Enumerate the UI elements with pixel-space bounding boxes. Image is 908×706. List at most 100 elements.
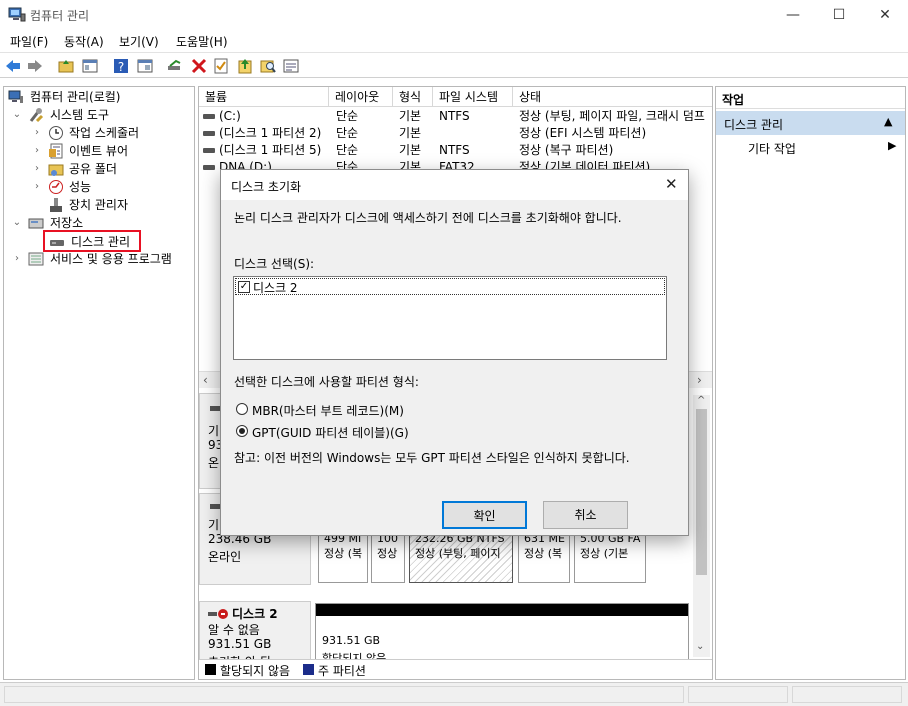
tree-label-root: 컴퓨터 관리(로컬) bbox=[30, 90, 121, 104]
maximize-button[interactable]: ☐ bbox=[816, 0, 862, 30]
tree-item-performance[interactable]: › 성능 bbox=[4, 178, 194, 196]
list-item[interactable]: ✓ 디스크 2 bbox=[235, 278, 665, 295]
disk-icon bbox=[50, 240, 64, 246]
chevron-down-icon[interactable]: ⌄ bbox=[12, 214, 22, 232]
mbr-label: MBR(마스터 부트 레코드)(M) bbox=[252, 404, 404, 418]
gpt-option[interactable]: GPT(GUID 파티션 테이블)(G) bbox=[236, 424, 536, 440]
volume-layout: 단순 bbox=[336, 109, 359, 123]
delete-icon[interactable] bbox=[190, 57, 208, 75]
checklist-icon[interactable] bbox=[212, 57, 230, 75]
chevron-right-icon[interactable]: › bbox=[32, 178, 42, 196]
volume-type: 기본 bbox=[399, 143, 422, 157]
up-folder-icon[interactable] bbox=[57, 57, 75, 75]
tree-item-task-scheduler[interactable]: › 작업 스케줄러 bbox=[4, 124, 194, 142]
volume-type: 기본 bbox=[399, 109, 422, 123]
chevron-right-icon[interactable]: › bbox=[32, 142, 42, 160]
tree-item-event-viewer[interactable]: › 이벤트 뷰어 bbox=[4, 142, 194, 160]
column-type[interactable]: 형식 bbox=[393, 87, 433, 107]
minimize-button[interactable]: — bbox=[770, 0, 816, 30]
scroll-up-icon[interactable]: ^ bbox=[697, 395, 705, 406]
disk2-type: 알 수 없음 bbox=[208, 623, 260, 637]
table-row[interactable]: (디스크 1 파티션 5) 단순 기본 NTFS 정상 (복구 파티션) bbox=[199, 142, 712, 159]
actions-section-label: 디스크 관리 bbox=[724, 118, 784, 132]
menu-help[interactable]: 도움말(H) bbox=[176, 33, 228, 50]
tree-item-root[interactable]: 컴퓨터 관리(로컬) bbox=[4, 88, 194, 106]
chevron-down-icon[interactable]: ⌄ bbox=[12, 106, 22, 124]
back-icon[interactable] bbox=[4, 57, 22, 75]
column-status[interactable]: 상태 bbox=[513, 87, 712, 107]
tree-item-disk-management[interactable]: 디스크 관리 bbox=[43, 230, 141, 252]
volume-icon bbox=[203, 114, 215, 119]
services-icon bbox=[28, 252, 44, 266]
table-row[interactable]: (디스크 1 파티션 2) 단순 기본 정상 (EFI 시스템 파티션) bbox=[199, 125, 712, 142]
console-view-icon[interactable] bbox=[136, 57, 154, 75]
status-panel-1 bbox=[4, 686, 684, 703]
ok-button[interactable]: 확인 bbox=[442, 501, 527, 529]
mbr-option[interactable]: MBR(마스터 부트 레코드)(M) bbox=[236, 402, 536, 418]
close-button[interactable]: ✕ bbox=[862, 0, 908, 30]
collapse-up-icon[interactable]: ▲ bbox=[884, 115, 892, 128]
find-icon[interactable] bbox=[259, 57, 277, 75]
connect-icon[interactable] bbox=[166, 57, 184, 75]
status-bar bbox=[0, 682, 908, 706]
action-more[interactable]: 기타 작업 ▶ bbox=[716, 137, 905, 157]
table-row[interactable]: (C:) 단순 기본 NTFS 정상 (부팅, 페이지 파일, 크래시 덤프 bbox=[199, 108, 712, 125]
disk2-info[interactable]: 디스크 2 알 수 없음 931.51 GB 초기화 안 됨 bbox=[199, 601, 311, 667]
export-icon[interactable] bbox=[236, 57, 254, 75]
scroll-left-icon[interactable]: ‹ bbox=[203, 373, 208, 387]
properties-icon[interactable] bbox=[282, 57, 300, 75]
tree-label-event-viewer: 이벤트 뷰어 bbox=[69, 144, 129, 158]
disk1-type-prefix: 기 bbox=[208, 518, 220, 532]
dialog-close-button[interactable]: ✕ bbox=[665, 175, 678, 193]
event-log-icon bbox=[49, 143, 63, 159]
tree-item-system-tools[interactable]: ⌄ 시스템 도구 bbox=[4, 106, 194, 124]
partition-status: 정상 (부팅, 페이지 bbox=[415, 547, 501, 560]
disk-warning-icon bbox=[208, 609, 228, 619]
tree-item-device-manager[interactable]: 장치 관리자 bbox=[4, 196, 194, 214]
status-panel-2 bbox=[688, 686, 788, 703]
volume-fs: NTFS bbox=[439, 109, 470, 123]
title-bar: 컴퓨터 관리 — ☐ ✕ bbox=[0, 0, 908, 30]
tree-label-shared-folders: 공유 폴더 bbox=[69, 162, 117, 176]
partition-status: 정상 (복 bbox=[524, 547, 563, 560]
actions-section-disk-management[interactable]: 디스크 관리 ▲ bbox=[716, 111, 905, 135]
disk-list[interactable]: ✓ 디스크 2 bbox=[233, 276, 667, 360]
tools-icon bbox=[29, 108, 44, 123]
legend-primary-swatch bbox=[303, 664, 314, 675]
tree-item-services[interactable]: › 서비스 및 응용 프로그램 bbox=[4, 250, 194, 268]
device-manager-icon bbox=[50, 198, 62, 212]
volume-status: 정상 (복구 파티션) bbox=[519, 143, 614, 157]
scroll-down-icon[interactable]: ⌄ bbox=[696, 641, 704, 652]
column-volume[interactable]: 볼륨 bbox=[199, 87, 329, 107]
storage-icon bbox=[28, 218, 44, 229]
cancel-button[interactable]: 취소 bbox=[543, 501, 628, 529]
scroll-thumb[interactable] bbox=[696, 409, 707, 575]
menu-action[interactable]: 동작(A) bbox=[64, 33, 104, 50]
initialize-disk-dialog: 디스크 초기화 ✕ 논리 디스크 관리자가 디스크에 액세스하기 전에 디스크를… bbox=[220, 169, 689, 536]
show-hide-tree-icon[interactable] bbox=[81, 57, 99, 75]
disk-map-vscrollbar[interactable]: ^ ⌄ bbox=[693, 395, 710, 657]
chevron-right-icon[interactable]: › bbox=[32, 124, 42, 142]
chevron-right-icon[interactable]: › bbox=[12, 250, 22, 268]
volume-layout: 단순 bbox=[336, 143, 359, 157]
mbr-radio[interactable] bbox=[236, 403, 248, 415]
partition-style-label: 선택한 디스크에 사용할 파티션 형식: bbox=[234, 375, 419, 389]
disk-checkbox[interactable]: ✓ bbox=[238, 281, 250, 293]
partition-status: 정상 bbox=[377, 547, 398, 560]
disk2-unallocated[interactable]: 931.51 GB 할당되지 않음 bbox=[315, 603, 689, 667]
tree-label-task-scheduler: 작업 스케줄러 bbox=[69, 126, 140, 140]
volume-status: 정상 (부팅, 페이지 파일, 크래시 덤프 bbox=[519, 109, 705, 123]
disk0-type-prefix: 기 bbox=[208, 424, 220, 438]
partition-status: 정상 (복 bbox=[324, 547, 363, 560]
menu-view[interactable]: 보기(V) bbox=[119, 33, 159, 50]
menu-file[interactable]: 파일(F) bbox=[10, 33, 48, 50]
column-layout[interactable]: 레이아웃 bbox=[329, 87, 393, 107]
chevron-right-icon[interactable]: › bbox=[32, 160, 42, 178]
disk1-status: 온라인 bbox=[208, 550, 242, 564]
gpt-radio[interactable] bbox=[236, 425, 248, 437]
scroll-right-icon[interactable]: › bbox=[697, 373, 702, 387]
column-file-system[interactable]: 파일 시스템 bbox=[433, 87, 513, 107]
help-icon[interactable]: ? bbox=[112, 57, 130, 75]
forward-icon[interactable] bbox=[26, 57, 44, 75]
tree-item-shared-folders[interactable]: › 공유 폴더 bbox=[4, 160, 194, 178]
